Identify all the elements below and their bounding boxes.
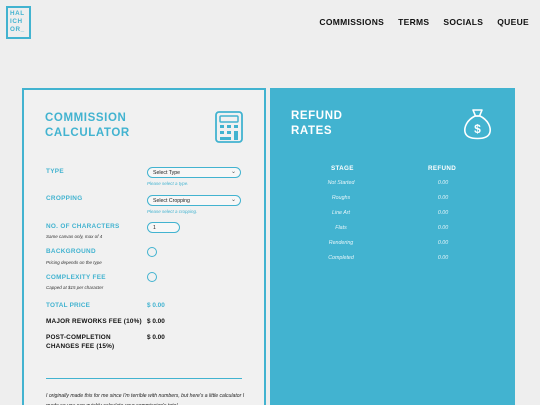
type-select-value: Select Type [153, 170, 181, 176]
cropping-label: CROPPING [46, 195, 83, 202]
table-row-refund: 0.00 [437, 180, 449, 186]
logo-line-2: ICH [10, 18, 23, 25]
type-help-text: Please select a type. [147, 181, 189, 186]
logo-line-3: OR_ [10, 26, 25, 33]
main-nav: COMMISSIONS TERMS SOCIALS QUEUE [319, 17, 529, 27]
svg-text:$: $ [474, 122, 481, 136]
cropping-select-value: Select Cropping [153, 198, 190, 204]
background-toggle[interactable] [147, 247, 157, 257]
table-row-stage: Rendering [328, 240, 354, 246]
background-label: BACKGROUND [46, 248, 96, 255]
total-price-label: TOTAL PRICE [46, 302, 91, 309]
cropping-help-text: Please select a cropping. [147, 209, 198, 214]
stage-column-header: STAGE [331, 165, 354, 172]
complexity-subtext: Capped at $15 per character [46, 285, 104, 290]
refund-column-header: REFUND [428, 165, 457, 172]
chevron-down-icon: ⌄ [230, 197, 236, 203]
table-row-stage: Line Art [331, 210, 351, 216]
post-completion-value: $ 0.00 [147, 334, 165, 341]
calculator-note: I originally made this for me since I'm … [46, 393, 245, 405]
characters-subtext: Same canvas only, max of 4 [46, 234, 103, 239]
table-row-refund: 0.00 [437, 210, 449, 216]
total-price-value: $ 0.00 [147, 302, 165, 309]
nav-socials[interactable]: SOCIALS [443, 17, 483, 27]
money-bag-icon: $ [464, 109, 491, 140]
table-row-refund: 0.00 [437, 240, 449, 246]
table-row-refund: 0.00 [437, 225, 449, 231]
commission-calculator-panel: COMMISSION CALCULATOR TYPE Select Type ⌄… [22, 88, 266, 405]
divider [46, 378, 242, 379]
background-subtext: Pricing depends on the type [46, 260, 102, 265]
logo-line-1: HAL [10, 10, 25, 17]
nav-terms[interactable]: TERMS [398, 17, 429, 27]
characters-label: NO. OF CHARACTERS [46, 223, 120, 230]
refund-title: REFUND RATES [291, 110, 343, 137]
table-row-stage: Roughs [331, 195, 351, 201]
complexity-label: COMPLEXITY FEE [46, 274, 106, 281]
calculator-title: COMMISSION CALCULATOR [45, 112, 130, 139]
table-row-refund: 0.00 [437, 255, 449, 261]
major-reworks-value: $ 0.00 [147, 318, 165, 325]
table-row-refund: 0.00 [437, 195, 449, 201]
calculator-icon [215, 111, 243, 143]
site-logo[interactable]: HAL ICH OR_ [6, 6, 31, 39]
characters-input[interactable]: 1 [147, 222, 180, 233]
refund-rates-panel: REFUND RATES $ STAGE REFUND Not Started … [270, 88, 515, 405]
nav-commissions[interactable]: COMMISSIONS [319, 17, 384, 27]
chevron-down-icon: ⌄ [230, 169, 236, 175]
major-reworks-label: MAJOR REWORKS FEE (10%) [46, 318, 142, 325]
nav-queue[interactable]: QUEUE [497, 17, 529, 27]
type-label: TYPE [46, 168, 64, 175]
type-select[interactable]: Select Type ⌄ [147, 167, 241, 178]
cropping-select[interactable]: Select Cropping ⌄ [147, 195, 241, 206]
table-row-stage: Completed [328, 255, 354, 261]
post-completion-label: POST-COMPLETION CHANGES FEE (15%) [46, 334, 115, 350]
complexity-toggle[interactable] [147, 272, 157, 282]
table-row-stage: Flats [335, 225, 347, 231]
table-row-stage: Not Started [327, 180, 355, 186]
